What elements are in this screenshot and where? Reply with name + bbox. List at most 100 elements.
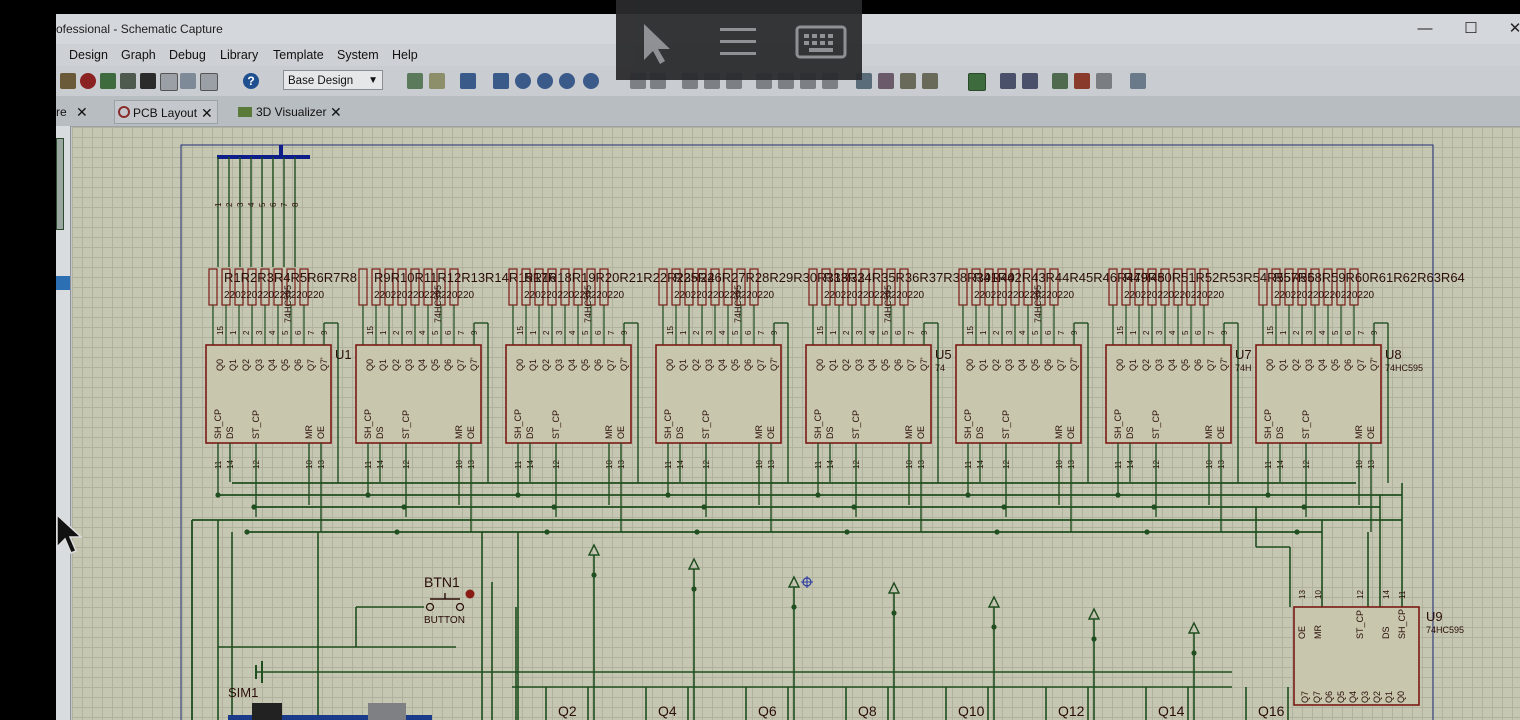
search-icon[interactable] — [1000, 73, 1016, 89]
wire-junction — [365, 492, 371, 498]
menu-design[interactable]: Design — [69, 48, 108, 62]
component-icon[interactable] — [140, 73, 156, 89]
packaging-icon[interactable] — [900, 73, 916, 89]
chip-pin-name: Q2 — [991, 359, 1001, 371]
tab-pcb-layout[interactable]: PCB Layout ✕ — [114, 100, 218, 124]
resistor-values: 220220220220220220 — [374, 290, 475, 301]
chip-pin-number: 3 — [705, 330, 714, 335]
tab-schematic[interactable]: re ✕ — [56, 100, 92, 124]
chip-pin-name: Q3 — [554, 359, 564, 371]
wire-junction — [401, 504, 407, 510]
chip-pin-name: MR — [1313, 625, 1323, 639]
chip-pin-name: Q7' — [469, 357, 479, 371]
chip-pin-number: 15 — [1116, 326, 1125, 335]
keyboard-icon[interactable] — [795, 25, 847, 59]
chip-pin-name: Q2 — [241, 359, 251, 371]
selected-device-item[interactable] — [56, 276, 70, 290]
source-icon[interactable] — [180, 73, 196, 89]
make-device-icon[interactable] — [878, 73, 894, 89]
chip-pin-name: Q7' — [1369, 357, 1379, 371]
wire-junction — [965, 492, 971, 498]
zoom-all-icon[interactable] — [559, 73, 575, 89]
resistor — [208, 268, 218, 306]
wire-junction — [844, 529, 850, 535]
grid-icon[interactable] — [429, 73, 445, 89]
menu-debug[interactable]: Debug — [169, 48, 206, 62]
chip-pin-number: 4 — [1018, 330, 1027, 335]
chip-pin-name: Q4 — [567, 359, 577, 371]
help-icon[interactable]: ? — [243, 73, 259, 89]
close-icon[interactable]: ✕ — [76, 100, 88, 124]
schematic-canvas[interactable]: 1 2 3 4 5 6 7 8 R1R2R3R4R5R6R7R8 2202202202202202… — [72, 127, 1520, 720]
design-select[interactable]: Base Design ▼ — [283, 70, 383, 90]
transistor-label: Q6 — [758, 703, 777, 719]
menu-help[interactable]: Help — [392, 48, 418, 62]
chip-pin-number: 15 — [966, 326, 975, 335]
chip-pin-name: Q2 — [691, 359, 701, 371]
chip-pin-number: 6 — [294, 330, 303, 335]
menu-template[interactable]: Template — [273, 48, 324, 62]
report-icon[interactable] — [200, 73, 218, 91]
wire-junction — [694, 529, 700, 535]
maximize-button[interactable]: ☐ — [1458, 18, 1484, 40]
zoom-in-icon[interactable] — [515, 73, 531, 89]
design-explorer-icon[interactable] — [1130, 73, 1146, 89]
decompose-icon[interactable] — [922, 73, 938, 89]
chip-pin-name: Q7' — [619, 357, 629, 371]
chip-pin-name: Q6 — [1324, 691, 1334, 703]
menu-system[interactable]: System — [337, 48, 379, 62]
chip-pin-name: MR — [754, 425, 764, 439]
chip-pin-name: Q7' — [1219, 357, 1229, 371]
close-button[interactable]: ✕ — [1502, 18, 1520, 40]
cursor-icon[interactable] — [644, 24, 670, 64]
chip-pin-number: 1 — [229, 330, 238, 335]
visualizer-icon[interactable] — [100, 73, 116, 89]
property-assignment-icon[interactable] — [1022, 73, 1038, 89]
preview-window[interactable] — [56, 138, 64, 230]
document-icon[interactable] — [160, 73, 178, 91]
power-terminal-icon — [1087, 607, 1101, 620]
pan-icon[interactable] — [493, 73, 509, 89]
close-icon[interactable]: ✕ — [201, 101, 213, 125]
tab-bar: re ✕ PCB Layout ✕ 3D Visualizer ✕ — [56, 96, 1520, 127]
chip-pin-name: Q4 — [717, 359, 727, 371]
chip-pin-name: OE — [1297, 626, 1307, 639]
chip-pin-name: DS — [1125, 426, 1135, 439]
chip-pin-name: Q1 — [1384, 691, 1394, 703]
gerber-icon[interactable] — [80, 73, 96, 89]
chip-pin-number: 5 — [881, 330, 890, 335]
bus-pin-label: 4 — [247, 202, 256, 207]
chip-pin-name: ST_CP — [401, 410, 411, 439]
tab-3d-visualizer[interactable]: 3D Visualizer ✕ — [236, 100, 348, 124]
chip-pin-name: DS — [1381, 626, 1391, 639]
chip-pin-name: Q4 — [417, 359, 427, 371]
bus-pin-label: 8 — [291, 202, 300, 207]
remove-sheet-icon[interactable] — [1074, 73, 1090, 89]
wire-autorouter-icon[interactable] — [968, 73, 986, 91]
chip-pin-name: MR — [1204, 425, 1214, 439]
zoom-out-icon[interactable] — [537, 73, 553, 89]
close-icon[interactable]: ✕ — [330, 100, 342, 124]
new-sheet-icon[interactable] — [1052, 73, 1068, 89]
exit-parent-icon[interactable] — [1096, 73, 1112, 89]
bom-icon[interactable] — [120, 73, 136, 89]
schematic-drawing[interactable]: 1 2 3 4 5 6 7 8R1R2R3R4R5R6R7R82202202202202202… — [72, 127, 1520, 720]
power-terminal-icon — [687, 557, 701, 570]
remote-floating-toolbar — [616, 0, 862, 80]
chip-pin-number: 5 — [1331, 330, 1340, 335]
chip-pin-name: Q6 — [743, 359, 753, 371]
origin-icon[interactable] — [460, 73, 476, 89]
chip-part-label: 74HC595 — [583, 285, 593, 323]
menu-graph[interactable]: Graph — [121, 48, 156, 62]
zoom-area-icon[interactable] — [583, 73, 599, 89]
chip-pin-name: Q5 — [1030, 359, 1040, 371]
left-side-panel[interactable] — [56, 126, 71, 720]
refresh-icon[interactable] — [407, 73, 423, 89]
minimize-button[interactable]: — — [1412, 18, 1438, 40]
menu-library[interactable]: Library — [220, 48, 258, 62]
netlist-icon[interactable] — [60, 73, 76, 89]
menu-icon[interactable] — [720, 28, 756, 55]
chip-pin-number: 6 — [894, 330, 903, 335]
chip-pin-name: MR — [454, 425, 464, 439]
chip-pin-number: 6 — [1194, 330, 1203, 335]
